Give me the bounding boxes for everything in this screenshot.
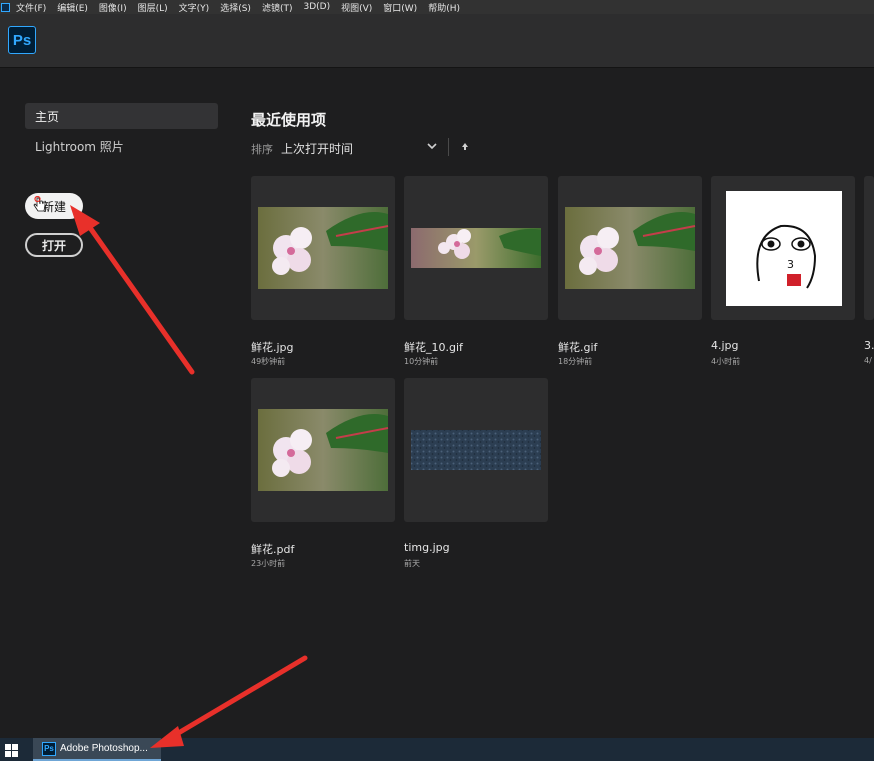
sort-divider (448, 138, 449, 156)
windows-start-icon[interactable] (5, 744, 18, 757)
file-card[interactable] (404, 176, 548, 320)
menu-file[interactable]: 文件(F) (16, 1, 46, 14)
file-card[interactable] (251, 176, 395, 320)
menu-3d[interactable]: 3D(D) (303, 2, 330, 12)
file-card[interactable] (251, 378, 395, 522)
taskbar-photoshop-button[interactable]: Ps Adobe Photoshop... (33, 738, 161, 761)
flower-thumbnail-image (411, 228, 541, 268)
sidebar-item-home[interactable]: 主页 (25, 103, 218, 129)
file-time: 49秒钟前 (251, 357, 286, 366)
recent-files-title: 最近使用项 (251, 111, 327, 129)
menu-select[interactable]: 选择(S) (220, 1, 251, 14)
file-name[interactable]: 鲜花_10.gif (404, 339, 463, 355)
home-header: Ps (0, 14, 874, 68)
sort-label: 排序 (251, 143, 273, 156)
photoshop-app-icon[interactable] (1, 2, 10, 12)
file-time: 前天 (404, 559, 420, 568)
sidebar-item-home-label: 主页 (35, 109, 60, 124)
sidebar-item-lightroom-label: Lightroom 照片 (35, 139, 124, 154)
sidebar-item-lightroom[interactable]: Lightroom 照片 (25, 133, 218, 159)
file-name[interactable]: 鲜花.jpg (251, 339, 294, 355)
file-time: 10分钟前 (404, 357, 439, 366)
file-time: 4小时前 (711, 357, 741, 366)
arrow-to-taskbar (167, 655, 308, 741)
file-name[interactable]: timg.jpg (404, 541, 450, 554)
menu-view[interactable]: 视图(V) (341, 1, 372, 14)
file-name[interactable]: 鲜花.gif (558, 339, 597, 355)
file-name[interactable]: 4.jpg (711, 339, 739, 352)
menu-image[interactable]: 图像(I) (99, 1, 127, 14)
menu-help[interactable]: 帮助(H) (428, 1, 460, 14)
file-time: 4/ (864, 356, 872, 365)
photoshop-mini-icon: Ps (42, 741, 56, 756)
texture-thumbnail-image (411, 430, 541, 470)
flower-thumbnail-image (565, 207, 696, 289)
flower-thumbnail-image (258, 207, 389, 289)
chevron-down-icon[interactable] (426, 140, 438, 152)
file-time: 18分钟前 (558, 357, 593, 366)
sort-dropdown[interactable]: 上次打开时间 (281, 140, 353, 157)
file-card[interactable] (558, 176, 702, 320)
photoshop-logo: Ps (8, 26, 36, 54)
file-card[interactable] (404, 378, 548, 522)
open-button-label: 打开 (41, 238, 66, 253)
svg-text:3: 3 (787, 258, 794, 271)
flower-thumbnail-image (258, 409, 389, 491)
sort-ascending-icon[interactable] (460, 141, 470, 153)
file-card[interactable]: 3 (711, 176, 855, 320)
taskbar-app-label: Adobe Photoshop... (60, 743, 148, 754)
menu-bar: 文件(F) 编辑(E) 图像(I) 图层(L) 文字(Y) 选择(S) 滤镜(T… (0, 0, 874, 14)
cartoon-face-thumbnail-image: 3 (726, 191, 842, 306)
open-button[interactable]: 打开 (25, 233, 83, 257)
file-card[interactable] (864, 176, 874, 320)
file-time: 23小时前 (251, 559, 286, 568)
file-name[interactable]: 3.j (864, 339, 874, 352)
file-name[interactable]: 鲜花.pdf (251, 541, 294, 557)
menu-layer[interactable]: 图层(L) (138, 1, 168, 14)
menu-filter[interactable]: 滤镜(T) (262, 1, 293, 14)
menu-type[interactable]: 文字(Y) (179, 1, 210, 14)
arrow-to-new-button (83, 219, 195, 375)
menu-edit[interactable]: 编辑(E) (57, 1, 88, 14)
hand-cursor-icon (33, 196, 46, 212)
menu-window[interactable]: 窗口(W) (383, 1, 417, 14)
